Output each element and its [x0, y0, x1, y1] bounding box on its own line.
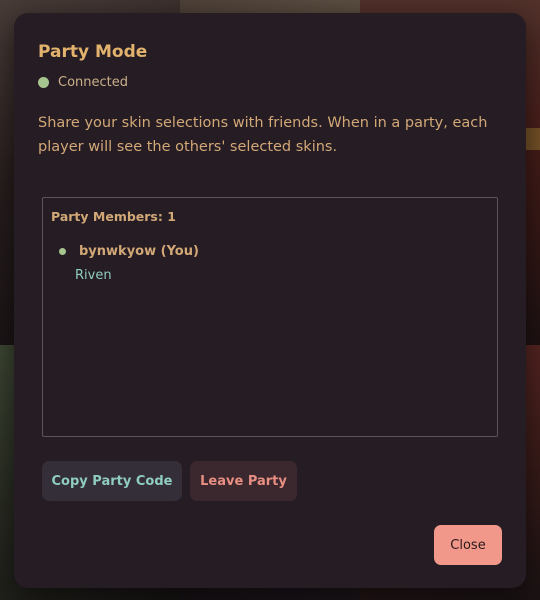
party-description: Share your skin selections with friends.… [38, 115, 488, 155]
status-label: Connected [58, 75, 129, 90]
member-skin: Riven [75, 268, 112, 283]
party-mode-dialog: Party Mode Connected Share your skin sel… [14, 13, 526, 588]
status-indicator-icon [38, 77, 49, 88]
member-name: bynwkyow (You) [79, 244, 199, 259]
connection-status: Connected [38, 75, 128, 90]
party-members-header: Party Members: 1 [51, 209, 176, 224]
close-button[interactable]: Close [434, 525, 502, 565]
member-item: bynwkyow (You) [59, 244, 199, 259]
party-members-panel: Party Members: 1 bynwkyow (You) Riven [42, 197, 498, 437]
member-online-icon [59, 248, 66, 255]
copy-party-code-button[interactable]: Copy Party Code [42, 461, 182, 501]
dialog-title: Party Mode [38, 42, 148, 62]
leave-party-button[interactable]: Leave Party [190, 461, 297, 501]
